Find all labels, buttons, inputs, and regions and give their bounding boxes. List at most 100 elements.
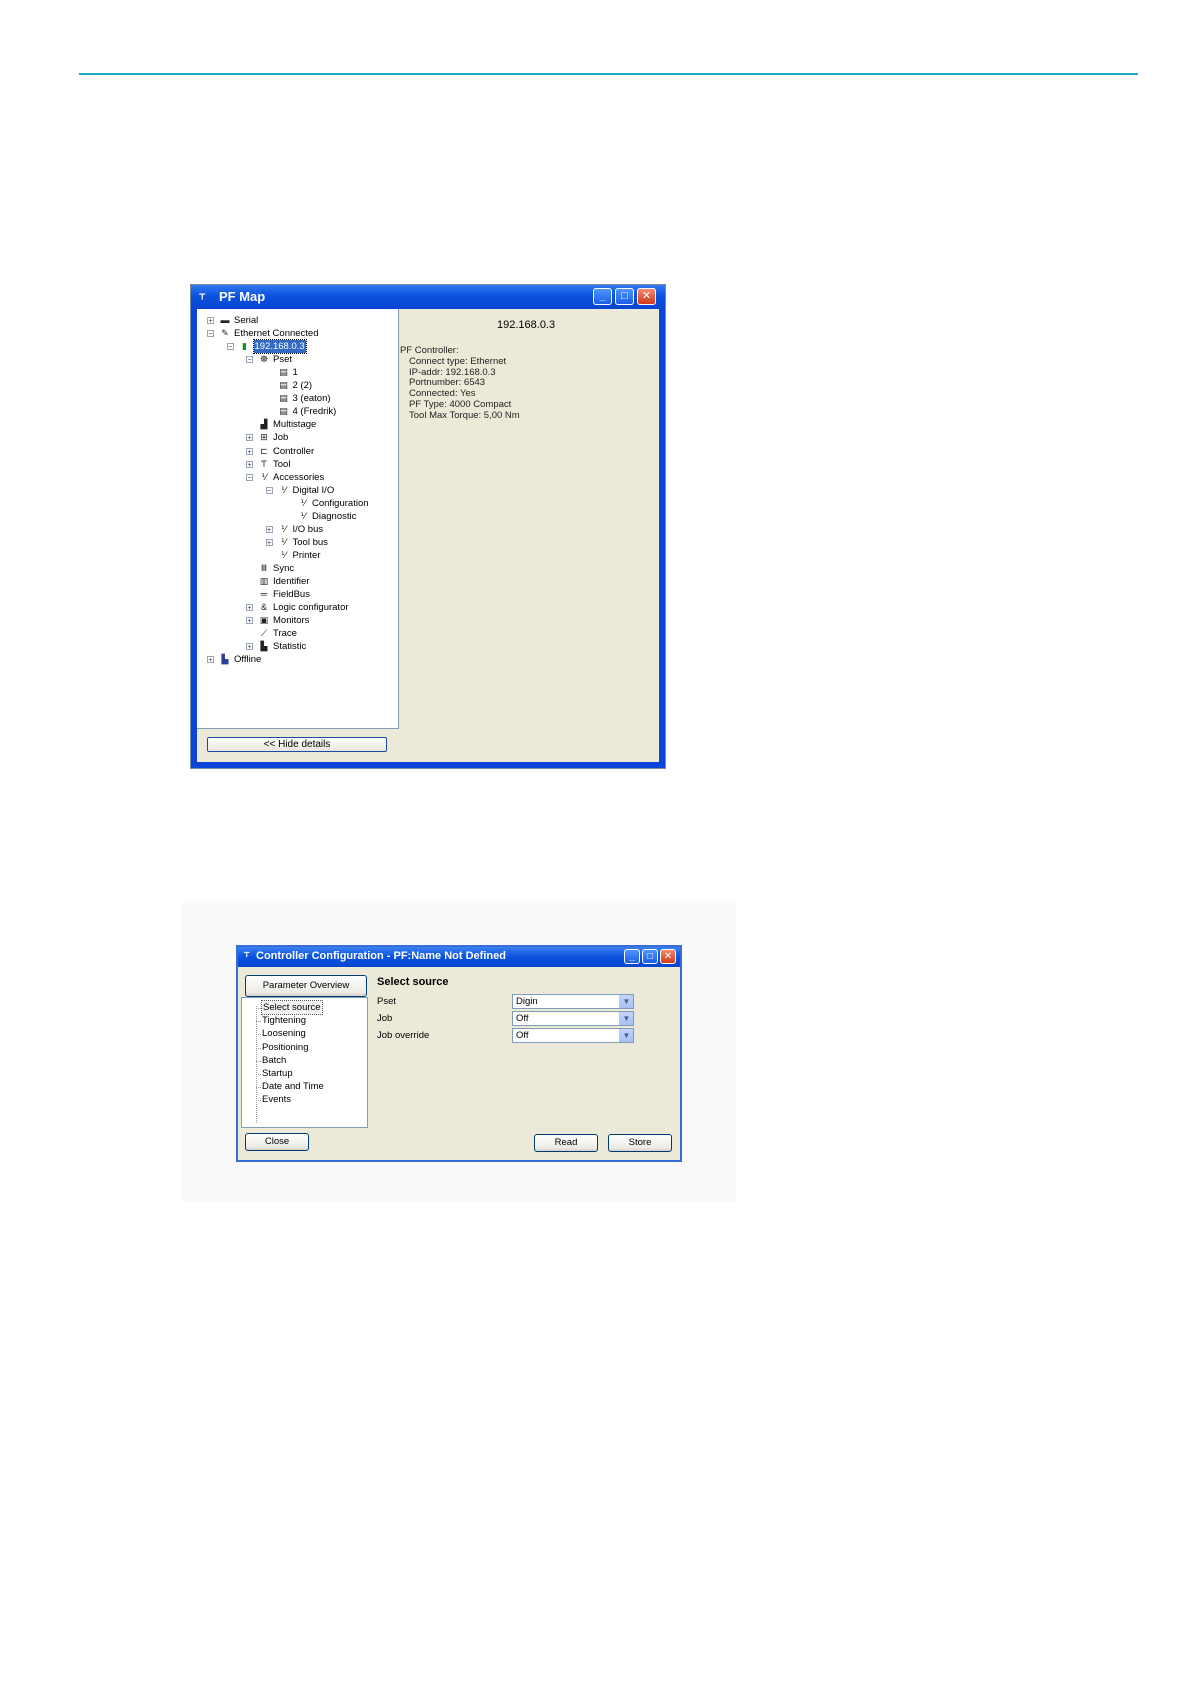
collapse-icon[interactable]: − <box>226 343 234 351</box>
collapse-icon[interactable]: − <box>246 473 253 482</box>
tree-item[interactable]: ▥ Identifier <box>197 575 397 588</box>
pf-map-titlebar[interactable]: ⸆ PF Map _ □ ✕ <box>191 285 665 309</box>
minimize-icon[interactable]: _ <box>624 949 640 964</box>
collapse-icon[interactable]: − <box>265 486 273 495</box>
app-icon: ⸆ <box>199 291 206 306</box>
collapse-icon[interactable]: − <box>207 330 214 338</box>
expand-icon[interactable]: + <box>265 538 273 547</box>
io-icon: ⅟ <box>280 484 287 495</box>
tree-item-label: Monitors <box>273 615 310 627</box>
tree-item-label: Pset <box>273 354 293 366</box>
tree-item[interactable]: ⟋ Trace <box>197 627 397 640</box>
tree-item[interactable]: − ✎ Ethernet Connected <box>197 327 397 340</box>
pset-label: Pset <box>377 996 397 1007</box>
expand-icon[interactable]: + <box>246 434 253 442</box>
tree-line <box>256 1034 261 1036</box>
tree-item[interactable]: Ⅲ Sync <box>197 562 397 575</box>
cc-titlebar[interactable]: ⸆ Controller Configuration - PF:Name Not… <box>238 947 680 967</box>
expand-icon[interactable]: + <box>246 617 253 625</box>
tree-item[interactable]: ═ FieldBus <box>197 588 397 601</box>
pf-map-body: + ▬ Serial − ✎ Ethernet Connected − ▮ 192.168.0.… <box>197 309 659 762</box>
tree-item[interactable]: ▟ Multistage <box>197 418 397 431</box>
tree-item[interactable]: + ▙ Offline <box>197 653 397 666</box>
tree-item[interactable]: + Ƭ Tool <box>197 458 397 471</box>
expand-icon[interactable]: + <box>246 604 253 612</box>
tree-item[interactable]: ⅟ Configuration <box>197 497 397 510</box>
tree-item[interactable]: + ▣ Monitors <box>197 614 397 627</box>
tree-item[interactable]: + ⊞ Job <box>197 431 397 444</box>
tree-item-label: 1 <box>292 367 298 379</box>
tree-line <box>256 1047 261 1049</box>
tree-item[interactable]: ▤ 4 (Fredrik) <box>197 405 397 418</box>
offline-icon: ▙ <box>221 654 229 665</box>
tree-item[interactable]: ▤ 3 (eaton) <box>197 392 397 405</box>
close-icon[interactable]: ✕ <box>637 288 656 305</box>
close-icon[interactable]: ✕ <box>660 949 676 964</box>
job-override-value: Off <box>516 1030 529 1041</box>
expand-icon[interactable]: + <box>246 460 253 469</box>
store-button[interactable]: Store <box>608 1134 672 1152</box>
tree-item-label: Offline <box>234 654 262 666</box>
nav-item[interactable]: Batch <box>262 1054 286 1067</box>
multistage-icon: ▟ <box>260 419 268 430</box>
job-override-select[interactable]: Off ▼ <box>512 1028 634 1043</box>
pf-map-title: PF Map <box>219 289 266 304</box>
parameter-overview-button[interactable]: Parameter Overview <box>245 975 367 997</box>
tree-line <box>256 1006 257 1123</box>
maximize-icon[interactable]: □ <box>642 949 658 964</box>
tree-item[interactable]: − ⅟ Digital I/O <box>197 484 397 497</box>
expand-icon[interactable]: + <box>265 525 273 534</box>
sync-icon: Ⅲ <box>260 562 268 573</box>
tree-item[interactable]: − ▮ 192.168.0.3 <box>197 339 397 355</box>
tree-item[interactable]: + ⊏ Controller <box>197 445 397 458</box>
tree-view[interactable]: + ▬ Serial − ✎ Ethernet Connected − ▮ 192.168.0.… <box>197 309 399 729</box>
read-button[interactable]: Read <box>534 1134 598 1152</box>
controller-config-window: ⸆ Controller Configuration - PF:Name Not… <box>236 945 682 1162</box>
maximize-icon[interactable]: □ <box>615 288 634 305</box>
tree-item-label: Controller <box>273 445 315 457</box>
close-button[interactable]: Close <box>245 1133 309 1151</box>
tree-line <box>256 1100 261 1102</box>
logic-icon: & <box>260 602 267 613</box>
tree-item[interactable]: − ☸ Pset <box>197 353 397 366</box>
tree-item[interactable]: − ⅟ Accessories <box>197 471 397 484</box>
nav-item[interactable]: Loosening <box>262 1027 306 1040</box>
tree-item[interactable]: ⅟ Diagnostic <box>197 510 397 523</box>
job-select[interactable]: Off ▼ <box>512 1011 634 1026</box>
nav-item[interactable]: Positioning <box>262 1041 308 1054</box>
tree-item[interactable]: + & Logic configurator <box>197 601 397 614</box>
tree-item[interactable]: ▤ 1 <box>197 366 397 379</box>
tree-line <box>256 1074 261 1075</box>
expand-icon[interactable]: + <box>207 656 214 664</box>
chevron-down-icon[interactable]: ▼ <box>619 1012 633 1025</box>
chevron-down-icon[interactable]: ▼ <box>619 995 633 1008</box>
controller-config-icon: ⊏ <box>260 445 268 456</box>
expand-icon[interactable]: + <box>207 317 214 325</box>
tree-item-label: Trace <box>273 628 297 640</box>
tree-item-label: Multistage <box>273 419 317 431</box>
tree-item[interactable]: + ▙ Statistic <box>197 640 397 653</box>
nav-item[interactable]: Startup <box>262 1067 293 1080</box>
tree-item[interactable]: + ⅟ Tool bus <box>197 536 397 549</box>
nav-item[interactable]: Date and Time <box>262 1080 324 1093</box>
statistic-icon: ▙ <box>260 641 268 652</box>
expand-icon[interactable]: + <box>246 447 253 456</box>
tree-item[interactable]: ▤ 2 (2) <box>197 379 397 392</box>
tree-item[interactable]: + ⅟ I/O bus <box>197 523 397 536</box>
doc-icon: ▤ <box>279 380 288 391</box>
chevron-down-icon[interactable]: ▼ <box>619 1029 633 1042</box>
ethernet-icon: ✎ <box>221 328 229 339</box>
tree-item[interactable]: + ▬ Serial <box>197 314 397 327</box>
hide-details-button[interactable]: << Hide details <box>207 737 387 752</box>
pset-icon: ☸ <box>259 354 269 365</box>
expand-icon[interactable]: + <box>246 643 253 651</box>
nav-item[interactable]: Tightening <box>262 1014 306 1027</box>
tree-item[interactable]: ⅟ Printer <box>197 549 397 562</box>
nav-item[interactable]: Events <box>262 1093 291 1106</box>
minimize-icon[interactable]: _ <box>593 288 612 305</box>
io-icon: ⅟ <box>280 549 287 560</box>
tree-item-label: Ethernet Connected <box>234 328 319 340</box>
pset-select[interactable]: Digin ▼ <box>512 994 634 1009</box>
nav-item[interactable]: Select source <box>261 1000 323 1015</box>
collapse-icon[interactable]: − <box>246 356 253 364</box>
